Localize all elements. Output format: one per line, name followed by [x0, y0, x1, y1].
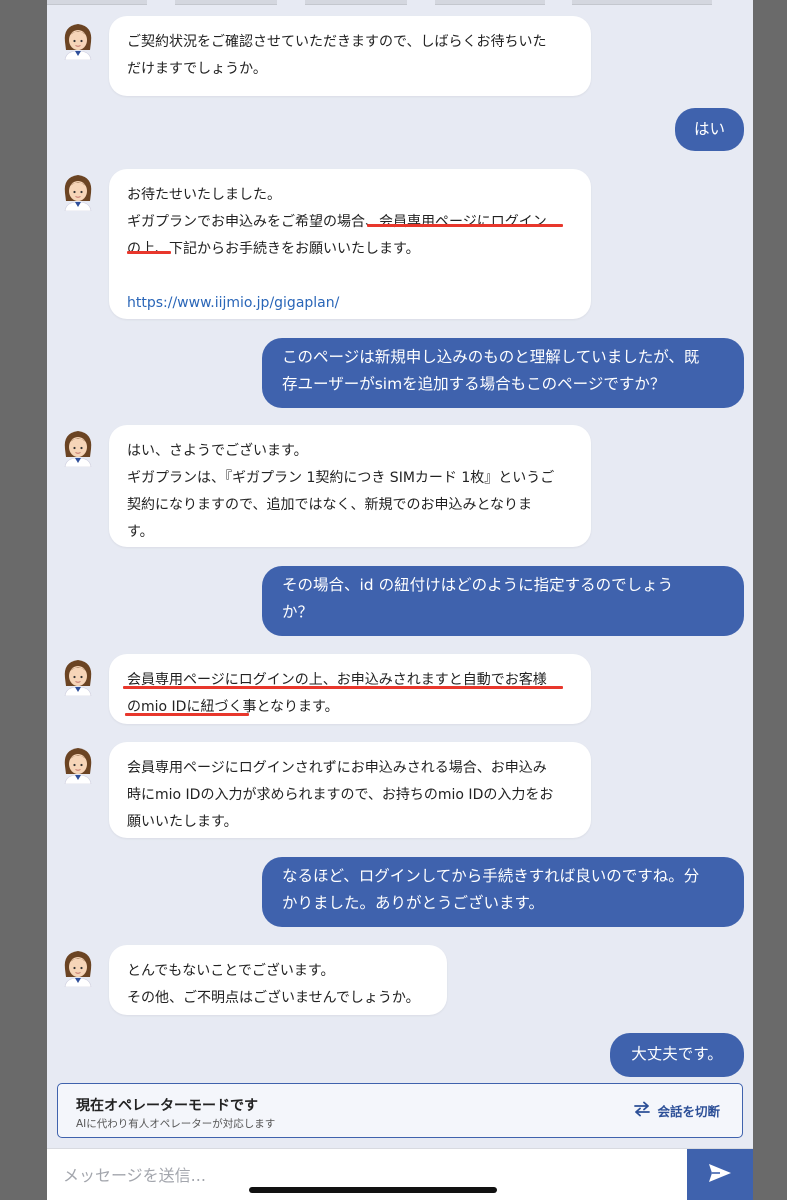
- operator-message: お待たせいたしました。 ギガプランでお申込みをご希望の場合、会員専用ページにログ…: [109, 169, 591, 319]
- message-text: ご契約状況をご確認させていただきますので、しばらくお待ちいた: [127, 34, 547, 50]
- user-message: 大丈夫です。: [610, 1033, 744, 1077]
- annotation-underline: [367, 224, 563, 227]
- message-text: かりました。ありがとうございます。: [282, 894, 544, 912]
- message-text: このページは新規申し込みのものと理解していましたが、既: [282, 348, 700, 366]
- operator-message: ご契約状況をご確認させていただきますので、しばらくお待ちいた だけますでしょうか…: [109, 16, 591, 96]
- user-message: その場合、id の紐付けはどのように指定するのでしょう か？: [262, 566, 744, 636]
- message-text: 願いいたします。: [127, 814, 238, 830]
- operator-message: 会員専用ページにログインの上、お申込みされますと自動でお客様 のmio IDに紐…: [109, 654, 591, 724]
- send-button[interactable]: [687, 1149, 753, 1200]
- message-text: はい、さようでございます。: [127, 443, 308, 459]
- gigaplan-link[interactable]: https://www.iijmio.jp/gigaplan/: [127, 290, 573, 317]
- message-text: す。: [127, 524, 154, 540]
- send-icon: [707, 1162, 733, 1188]
- message-text: となります。: [256, 699, 339, 715]
- operator-avatar: [61, 744, 95, 785]
- operator-avatar: [61, 171, 95, 212]
- top-tab-strip: [47, 0, 753, 6]
- message-text: だけますでしょうか。: [127, 61, 267, 77]
- message-text: ギガプランは、『ギガプラン 1契約につき SIMカード 1枚』というご: [127, 470, 555, 486]
- operator-avatar: [61, 427, 95, 468]
- operator-avatar: [61, 656, 95, 697]
- annotation-underline: [127, 251, 171, 254]
- disconnect-button[interactable]: 会話を切断: [632, 1101, 720, 1120]
- message-text: 大丈夫です。: [631, 1045, 723, 1063]
- highlighted-text: 会員専用ページにログインの上、お申込みされますと自動でお客様: [127, 672, 547, 688]
- home-indicator: [249, 1187, 497, 1193]
- highlighted-text: の上、: [127, 241, 169, 257]
- user-message: なるほど、ログインしてから手続きすれば良いのですね。分 かりました。ありがとうご…: [262, 857, 744, 927]
- chat-panel: ご契約状況をご確認させていただきますので、しばらくお待ちいた だけますでしょうか…: [47, 0, 753, 1200]
- message-text: 時にmio IDの入力が求められますので、お持ちのmio IDの入力をお: [127, 787, 554, 803]
- user-message: このページは新規申し込みのものと理解していましたが、既 存ユーザーがsimを追加…: [262, 338, 744, 408]
- operator-mode-banner: 現在オペレーターモードです AIに代わり有人オペレーターが対応します 会話を切断: [57, 1083, 743, 1138]
- operator-mode-subtitle: AIに代わり有人オペレーターが対応します: [76, 1118, 276, 1130]
- message-text: その他、ご不明点はございませんでしょうか。: [127, 990, 420, 1006]
- operator-avatar: [61, 20, 95, 61]
- message-text: その場合、id の紐付けはどのように指定するのでしょう: [282, 576, 674, 594]
- operator-message: はい、さようでございます。 ギガプランは、『ギガプラン 1契約につき SIMカー…: [109, 425, 591, 547]
- message-text: なるほど、ログインしてから手続きすれば良いのですね。分: [282, 867, 700, 885]
- operator-mode-title: 現在オペレーターモードです: [76, 1098, 258, 1114]
- swap-arrows-icon: [632, 1101, 652, 1120]
- message-text: とんでもないことでございます。: [127, 963, 335, 979]
- operator-message: 会員専用ページにログインされずにお申込みされる場合、お申込み 時にmio IDの…: [109, 742, 591, 838]
- message-text: 会員専用ページにログインされずにお申込みされる場合、お申込み: [127, 760, 547, 776]
- operator-avatar: [61, 947, 95, 988]
- message-text: お待たせいたしました。: [127, 187, 281, 203]
- message-text: 契約になりますので、追加ではなく、新規でのお申込みとなりま: [127, 497, 533, 513]
- message-text: か？: [282, 603, 314, 621]
- message-text: 存ユーザーがsimを追加する場合もこのページですか？: [282, 375, 666, 393]
- disconnect-label: 会話を切断: [657, 1104, 720, 1119]
- message-text: はい: [693, 120, 725, 138]
- annotation-underline: [125, 713, 249, 716]
- highlighted-text: 会員専用ページにログイン: [379, 214, 547, 230]
- operator-message: とんでもないことでございます。 その他、ご不明点はございませんでしょうか。: [109, 945, 447, 1015]
- user-message: はい: [675, 108, 744, 151]
- message-text: ギガプランでお申込みをご希望の場合、: [127, 214, 379, 230]
- message-text: 下記からお手続きをお願いいたします。: [169, 241, 420, 257]
- annotation-underline: [123, 686, 563, 689]
